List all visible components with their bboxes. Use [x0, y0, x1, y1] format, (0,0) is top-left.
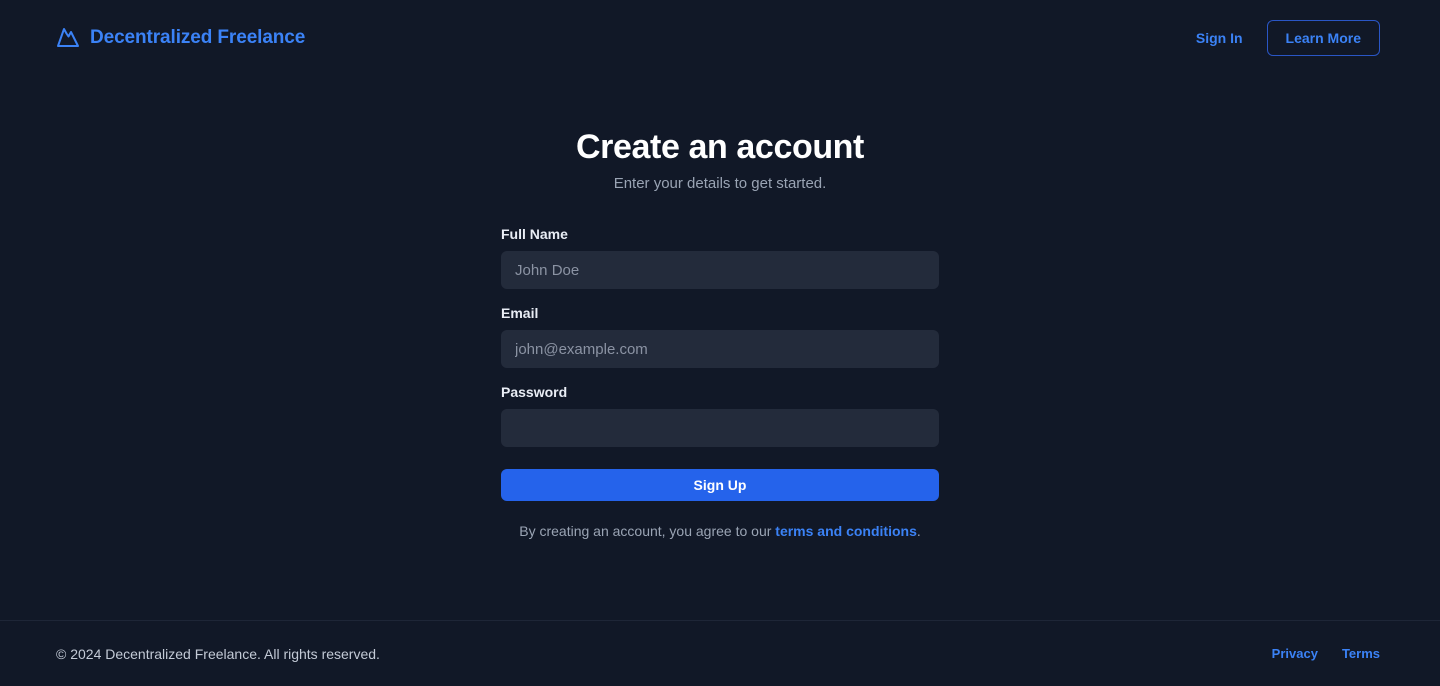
brand-name: Decentralized Freelance [90, 27, 306, 48]
sign-in-link[interactable]: Sign In [1188, 24, 1251, 52]
header-actions: Sign In Learn More [1188, 20, 1380, 56]
terms-suffix: . [916, 523, 921, 540]
terms-notice: By creating an account, you agree to our… [501, 523, 939, 539]
password-label: Password [501, 384, 568, 401]
email-label: Email [501, 305, 539, 322]
page-title: Create an account [576, 128, 864, 166]
full-name-label: Full Name [501, 226, 568, 243]
footer-link-terms[interactable]: Terms [1342, 646, 1380, 661]
terms-and-conditions-link[interactable]: terms and conditions [775, 523, 917, 539]
full-name-input[interactable] [501, 251, 939, 290]
email-input[interactable] [501, 330, 939, 369]
site-header: Decentralized Freelance Sign In Learn Mo… [0, 0, 1440, 76]
mountain-icon [56, 26, 80, 50]
page-subtitle: Enter your details to get started. [613, 175, 827, 193]
brand-logo[interactable]: Decentralized Freelance [56, 26, 305, 50]
main-content: Create an account Enter your details to … [0, 76, 1440, 620]
field-email: Email [501, 305, 939, 369]
field-full-name: Full Name [501, 226, 939, 290]
field-password: Password [501, 384, 939, 448]
site-footer: © 2024 Decentralized Freelance. All righ… [0, 620, 1440, 686]
copyright-text: © 2024 Decentralized Freelance. All righ… [56, 645, 380, 662]
password-input[interactable] [501, 409, 939, 448]
learn-more-button[interactable]: Learn More [1266, 20, 1380, 56]
signup-form: Create an account Enter your details to … [501, 128, 939, 539]
footer-link-privacy[interactable]: Privacy [1272, 646, 1318, 661]
sign-up-button[interactable]: Sign Up [501, 469, 939, 502]
terms-prefix: By creating an account, you agree to our [519, 523, 776, 540]
signup-page: Decentralized Freelance Sign In Learn Mo… [0, 0, 1440, 686]
footer-links: Privacy Terms [1272, 646, 1380, 661]
